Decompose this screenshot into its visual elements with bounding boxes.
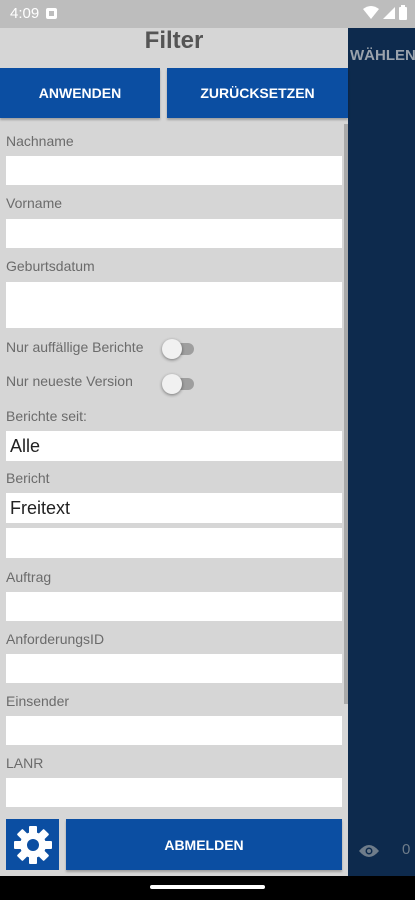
- status-time: 4:09: [10, 5, 40, 22]
- battery-icon: [399, 5, 407, 20]
- anforderungs-id-field[interactable]: [6, 654, 342, 683]
- auftrag-field[interactable]: [6, 592, 342, 621]
- wifi-icon: [363, 5, 379, 19]
- lanr-field[interactable]: [6, 778, 342, 807]
- einsender-field[interactable]: [6, 716, 342, 745]
- status-bar: 4:09: [0, 0, 415, 28]
- auftrag-label: Auftrag: [6, 569, 52, 585]
- signal-icon: [383, 6, 395, 19]
- bericht-label: Bericht: [6, 470, 50, 486]
- vorname-field[interactable]: [6, 219, 342, 248]
- background-header-text: WÄHLEN: [350, 47, 415, 64]
- reset-button[interactable]: ZURÜCKSETZEN: [167, 68, 348, 118]
- lanr-label: LANR: [6, 755, 44, 771]
- view-count: 0: [402, 841, 411, 858]
- geburtsdatum-field[interactable]: [6, 282, 342, 328]
- anforderungs-id-label: AnforderungsID: [6, 631, 105, 647]
- logout-button[interactable]: ABMELDEN: [66, 819, 342, 870]
- scrollbar[interactable]: [344, 124, 348, 704]
- nachname-field[interactable]: [6, 156, 342, 185]
- home-gesture-handle[interactable]: [150, 885, 265, 889]
- navigation-bar: [0, 876, 415, 900]
- toggle-thumb: [162, 374, 182, 394]
- drawer-title-text: Filter: [144, 27, 204, 54]
- bericht-select[interactable]: Freitext: [6, 493, 342, 523]
- neueste-toggle[interactable]: [162, 372, 194, 394]
- neueste-toggle-label: Nur neueste Version: [6, 373, 133, 389]
- berichte-seit-select[interactable]: Alle: [6, 431, 342, 461]
- toggle-thumb: [162, 339, 182, 359]
- apply-button[interactable]: ANWENDEN: [0, 68, 160, 118]
- filter-drawer: Filter ANWENDEN ZURÜCKSETZEN Nachname Vo…: [0, 28, 348, 876]
- gear-icon: [13, 825, 52, 864]
- eye-icon: [359, 845, 379, 857]
- nachname-label: Nachname: [6, 133, 74, 149]
- berichte-seit-label: Berichte seit:: [6, 408, 87, 424]
- system-icons: [363, 5, 407, 20]
- auffaellige-toggle-label: Nur auffällige Berichte: [6, 339, 144, 355]
- bericht-freitext-field[interactable]: [6, 528, 342, 558]
- background-app: WÄHLEN 0: [348, 28, 415, 876]
- notification-icon: [46, 8, 57, 19]
- auffaellige-toggle[interactable]: [162, 337, 194, 359]
- drawer-title: Filter: [0, 28, 348, 68]
- settings-button[interactable]: [6, 819, 59, 870]
- einsender-label: Einsender: [6, 693, 70, 709]
- vorname-label: Vorname: [6, 195, 63, 211]
- geburtsdatum-label: Geburtsdatum: [6, 258, 95, 274]
